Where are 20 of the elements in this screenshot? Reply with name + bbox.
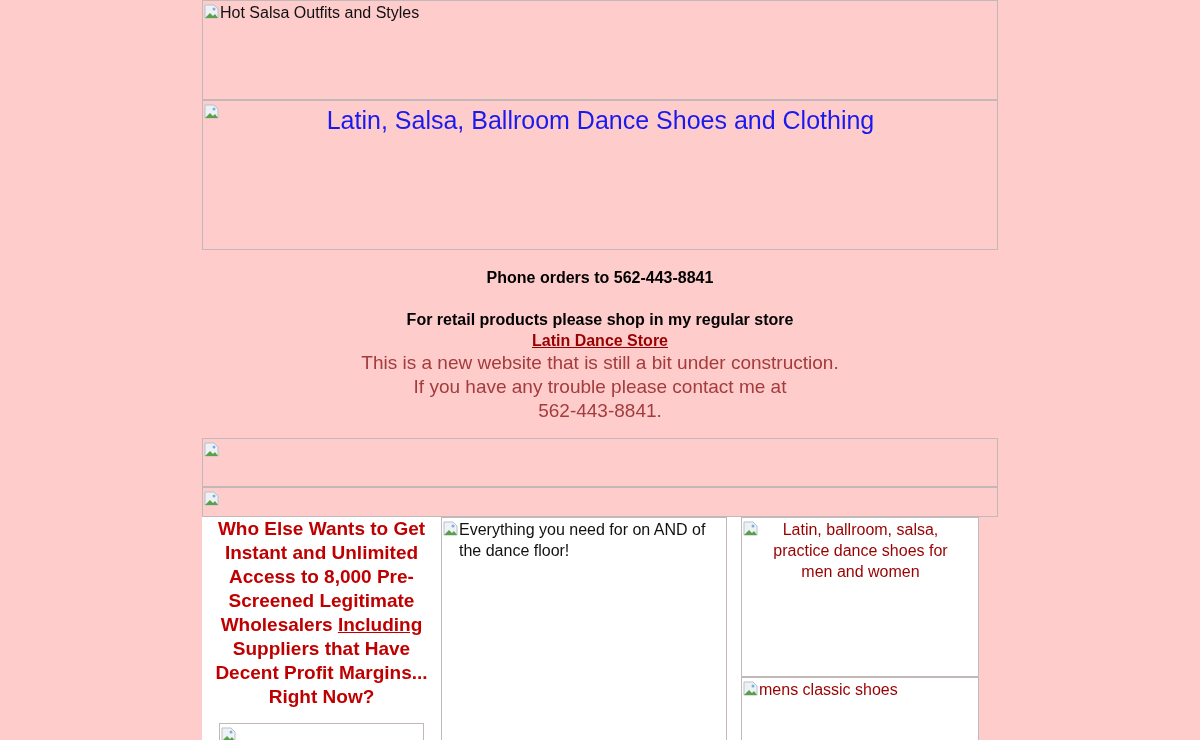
phone-orders-text: Phone orders to 562-443-8841	[485, 268, 715, 288]
notice-text: This is a new website that is still a bit under construction.	[360, 351, 840, 375]
image-alt-text: Hot Salsa Outfits and Styles	[220, 3, 421, 23]
store-link[interactable]: Latin Dance Store	[532, 332, 668, 349]
broken-image-icon	[221, 727, 237, 740]
image-alt-text: Latin, ballroom, salsa, practice dance shoes for men and women	[772, 520, 949, 582]
broken-image-icon	[204, 442, 220, 458]
broken-image-icon	[743, 521, 759, 537]
image-alt-text: Latin, Salsa, Ballroom Dance Shoes and Clothing	[325, 105, 876, 136]
broken-image-icon	[204, 104, 220, 120]
promo-headline: Who Else Wants to Get Instant and Unlimited Access to 8,000 Pre-Screened Legitimate Wholesalers Including Suppliers that Have Decent Profit Margins... Right Now?	[214, 517, 429, 709]
image-alt-text: mens classic shoes	[759, 680, 899, 700]
broken-image-icon	[204, 4, 220, 20]
notice-text: If you have any trouble please contact me at	[412, 375, 788, 399]
broken-image-icon	[743, 681, 759, 697]
broken-image-icon	[204, 491, 220, 507]
notice-text: 562-443-8841.	[537, 399, 663, 423]
image-alt-text: Everything you need for on AND of the dance floor!	[459, 520, 707, 561]
retail-note-text: For retail products please shop in my regular store	[405, 310, 795, 330]
broken-image-icon	[443, 521, 459, 537]
